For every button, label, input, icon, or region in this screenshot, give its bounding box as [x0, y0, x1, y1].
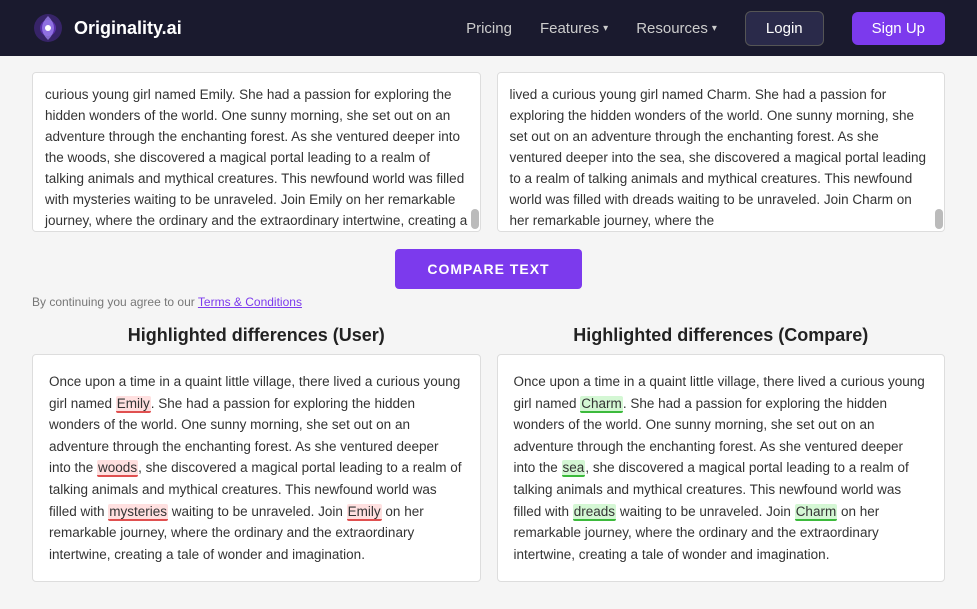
logo[interactable]: Originality.ai	[32, 12, 182, 44]
textareas-row	[32, 72, 945, 237]
highlight-red: Emily	[116, 396, 151, 413]
features-chevron-icon: ▾	[603, 23, 608, 34]
left-textarea-wrapper	[32, 72, 481, 237]
login-button[interactable]: Login	[745, 11, 824, 46]
diff-right-panel: Once upon a time in a quaint little vill…	[497, 354, 946, 582]
right-textarea-wrapper	[497, 72, 946, 237]
highlight-green: dreads	[573, 504, 616, 521]
highlight-green: Charm	[580, 396, 623, 413]
compare-row: COMPARE TEXT	[32, 249, 945, 289]
terms-link[interactable]: Terms & Conditions	[198, 295, 302, 309]
signup-button[interactable]: Sign Up	[852, 12, 945, 45]
left-scroll-indicator	[471, 209, 479, 229]
highlight-red: Emily	[347, 504, 382, 521]
diff-left-title: Highlighted differences (User)	[32, 325, 481, 346]
main-content: COMPARE TEXT By continuing you agree to …	[0, 56, 977, 606]
compare-button[interactable]: COMPARE TEXT	[395, 249, 581, 289]
terms-text: By continuing you agree to our	[32, 295, 195, 309]
nav-pricing[interactable]: Pricing	[466, 20, 512, 37]
terms-row: By continuing you agree to our Terms & C…	[32, 295, 945, 309]
diff-row: Once upon a time in a quaint little vill…	[32, 354, 945, 582]
diff-titles-row: Highlighted differences (User) Highlight…	[32, 325, 945, 346]
logo-text: Originality.ai	[74, 18, 182, 39]
right-scroll-indicator	[935, 209, 943, 229]
diff-right-title: Highlighted differences (Compare)	[497, 325, 946, 346]
highlight-green: sea	[562, 460, 586, 477]
nav-links: Pricing Features ▾ Resources ▾ Login Sig…	[466, 11, 945, 46]
diff-left-panel: Once upon a time in a quaint little vill…	[32, 354, 481, 582]
highlight-red: mysteries	[108, 504, 168, 521]
highlight-green: Charm	[795, 504, 838, 521]
resources-chevron-icon: ▾	[712, 23, 717, 34]
nav-resources[interactable]: Resources ▾	[636, 20, 717, 37]
left-textarea[interactable]	[32, 72, 481, 232]
highlight-red: woods	[97, 460, 138, 477]
right-textarea[interactable]	[497, 72, 946, 232]
nav-features[interactable]: Features ▾	[540, 20, 608, 37]
navbar: Originality.ai Pricing Features ▾ Resour…	[0, 0, 977, 56]
